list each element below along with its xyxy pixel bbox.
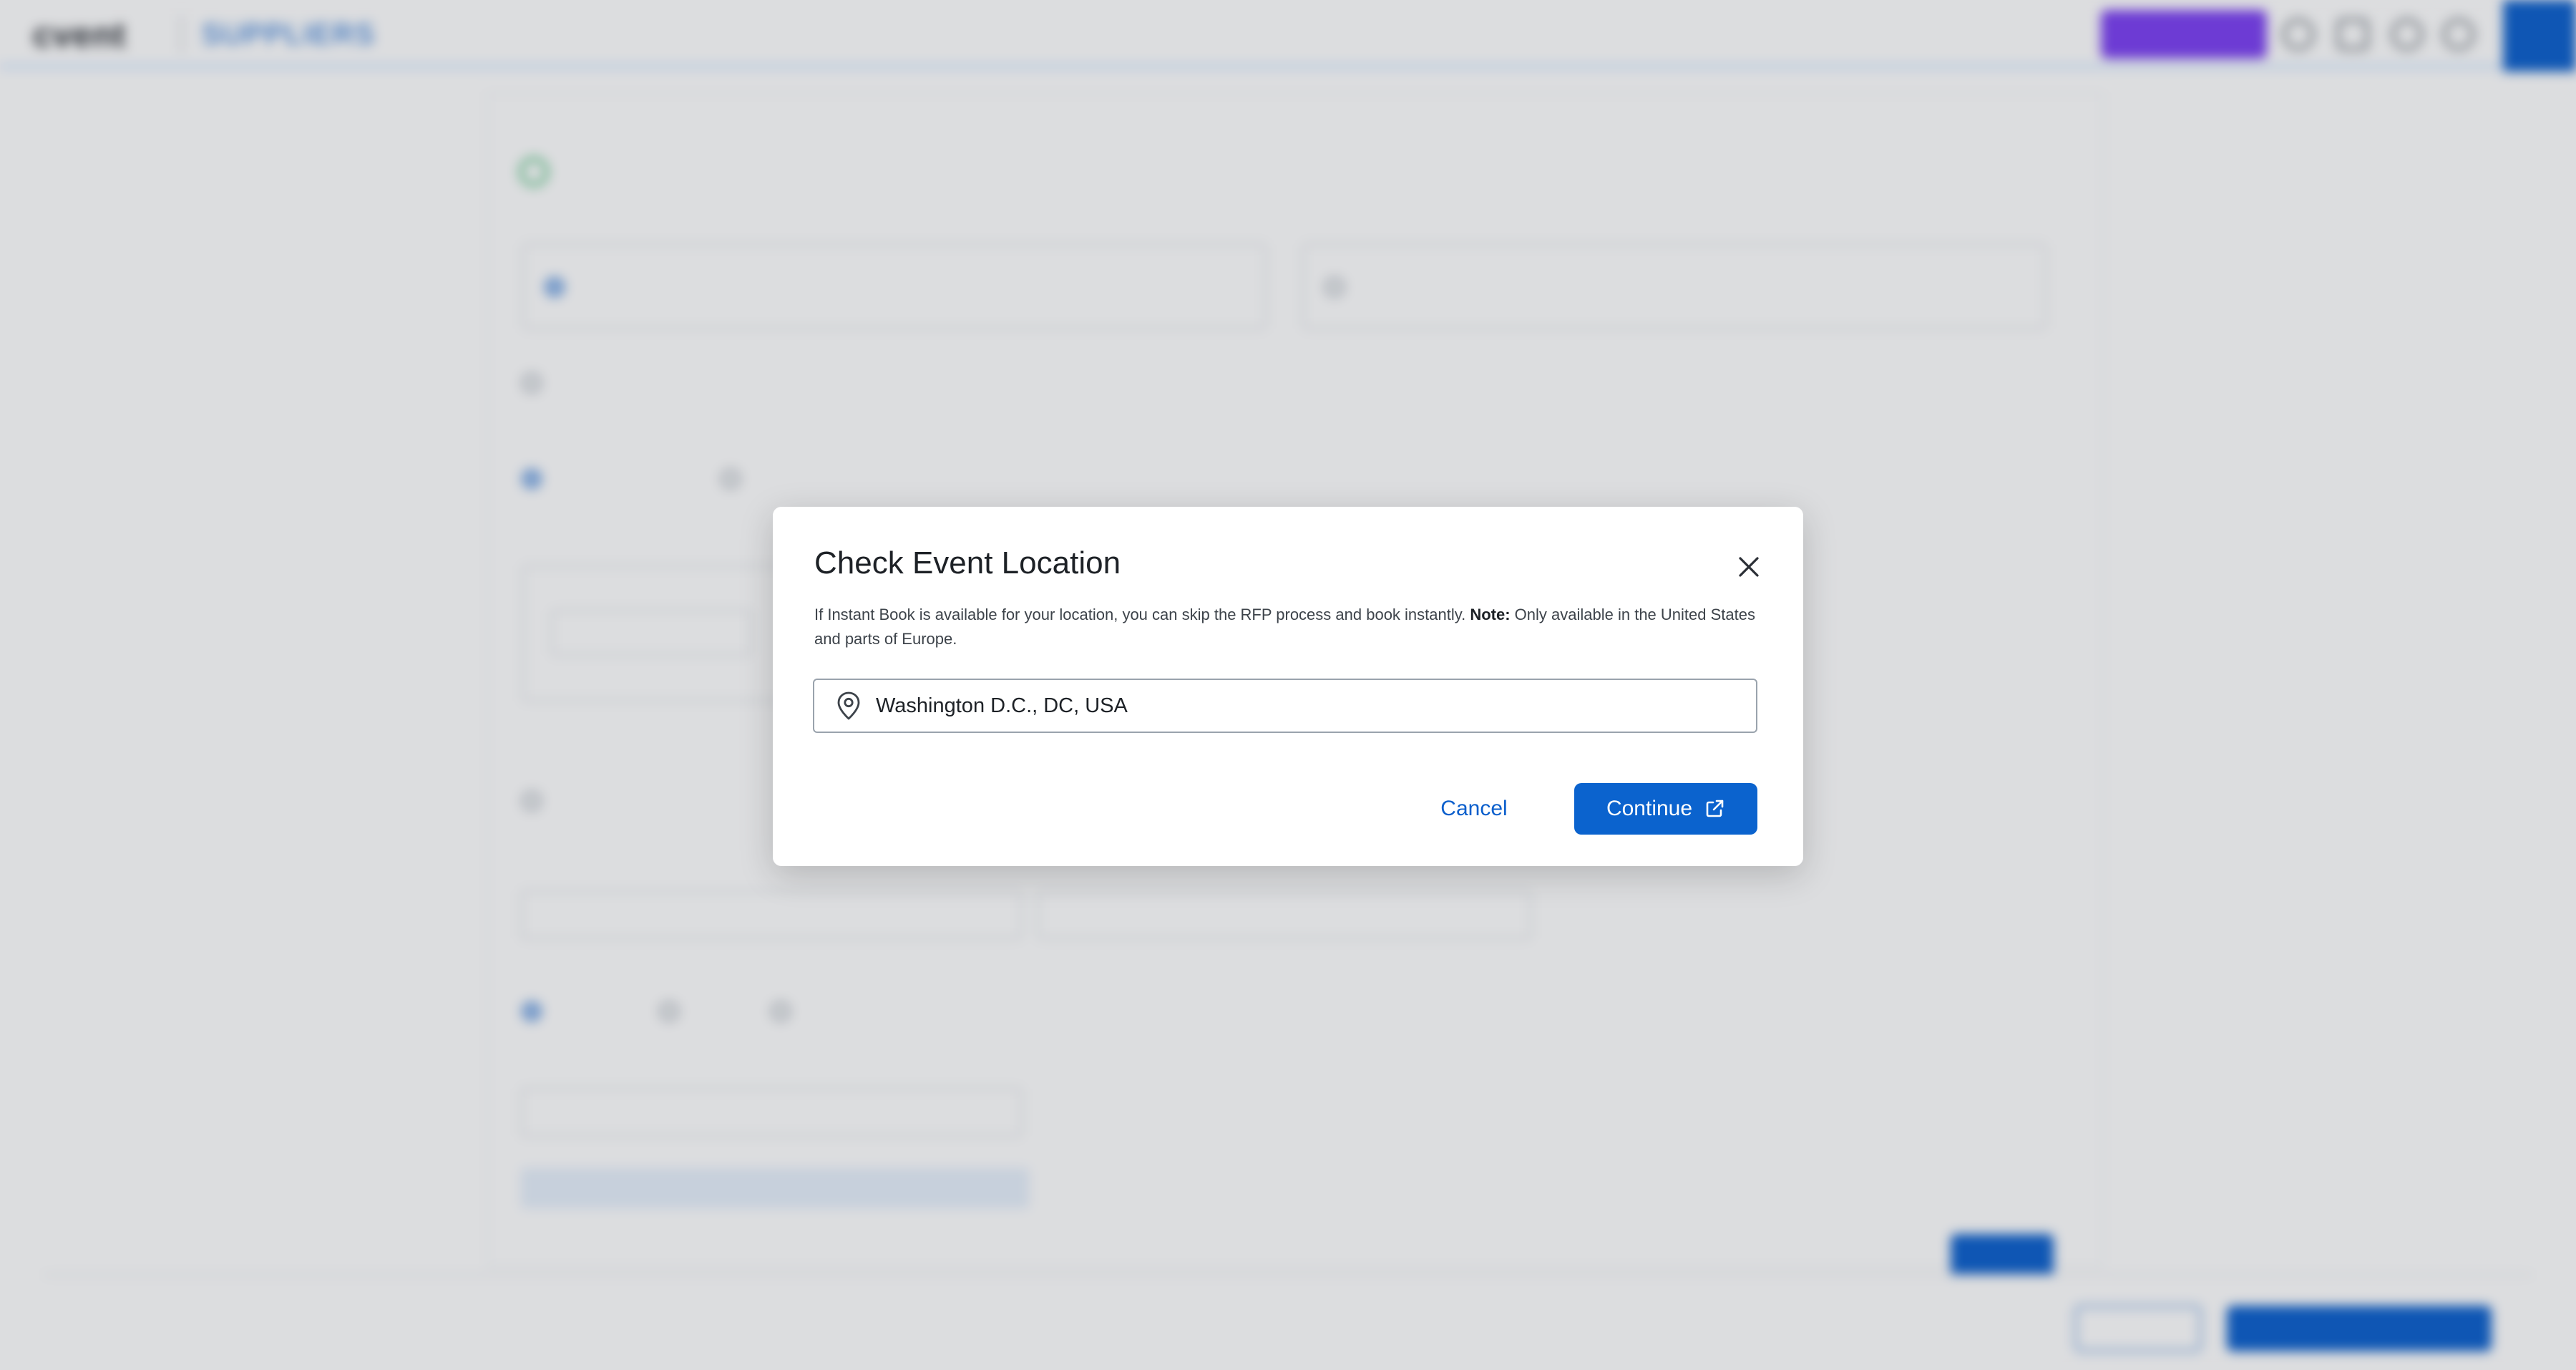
- dialog-title: Check Event Location: [814, 545, 1121, 580]
- cancel-button[interactable]: Cancel: [1431, 783, 1517, 835]
- external-link-icon: [1704, 798, 1725, 820]
- description-main: If Instant Book is available for your lo…: [814, 606, 1470, 623]
- continue-label: Continue: [1606, 797, 1693, 820]
- location-field[interactable]: [813, 679, 1757, 733]
- dialog-description: If Instant Book is available for your lo…: [814, 603, 1766, 651]
- location-input[interactable]: [876, 681, 1756, 731]
- description-note-label: Note:: [1470, 606, 1511, 623]
- continue-button[interactable]: Continue: [1574, 783, 1757, 835]
- location-pin-icon: [833, 690, 864, 722]
- close-button[interactable]: [1729, 547, 1769, 587]
- check-event-location-dialog: Check Event Location If Instant Book is …: [773, 507, 1803, 866]
- close-icon: [1738, 556, 1760, 578]
